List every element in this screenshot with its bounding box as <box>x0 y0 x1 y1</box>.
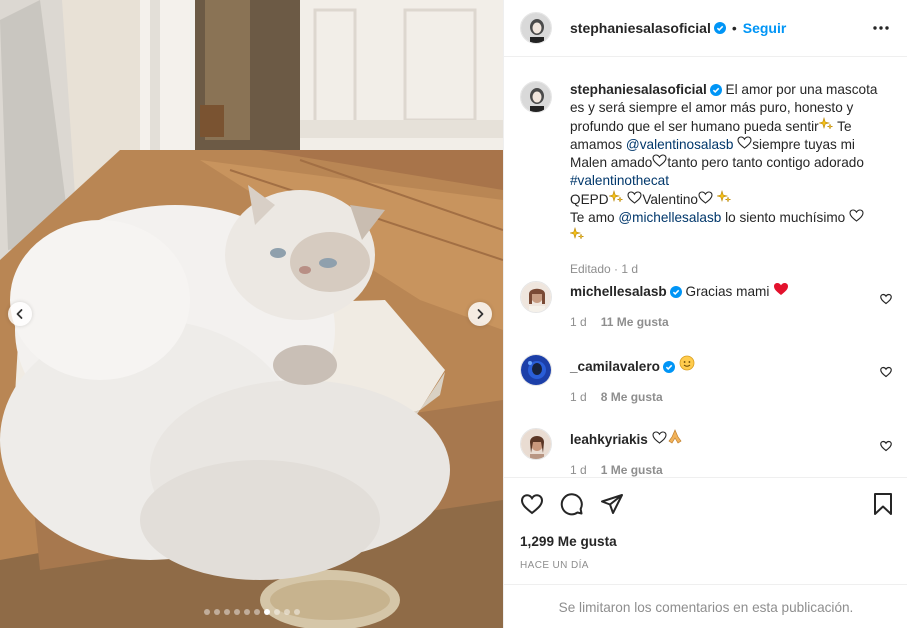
carousel-prev-button[interactable] <box>8 302 32 326</box>
caption-line: Valentino <box>642 192 698 207</box>
white-heart-icon <box>849 209 864 222</box>
author-avatar[interactable] <box>520 12 552 44</box>
carousel-dot <box>223 609 230 615</box>
white-heart-icon <box>652 154 667 167</box>
caption-line: Te amo <box>570 210 615 225</box>
commenter-avatar[interactable] <box>520 354 552 386</box>
comment-button[interactable] <box>560 492 584 516</box>
mention-link[interactable]: @michellesalasb <box>618 210 721 225</box>
comment-text: Gracias mami <box>685 284 770 299</box>
follow-button[interactable]: Seguir <box>743 20 787 36</box>
cat-photo <box>0 0 503 628</box>
verified-badge-icon <box>669 286 682 298</box>
white-heart-icon <box>652 431 667 444</box>
caption-line: QEPD <box>570 192 609 207</box>
verified-badge-icon <box>662 361 675 373</box>
carousel-dot <box>253 609 260 615</box>
white-heart-icon <box>737 136 752 149</box>
more-options-icon[interactable] <box>872 19 890 37</box>
post-actions: 1,299 Me gusta HACE UN DÍA Se limitaron … <box>504 477 907 628</box>
author-avatar[interactable] <box>520 81 552 113</box>
smiling-face-emoji-icon <box>679 355 695 371</box>
like-button[interactable] <box>520 492 544 516</box>
commenter-avatar[interactable] <box>520 428 552 460</box>
verified-badge-icon <box>713 22 726 34</box>
caption-line: tanto pero tanto contigo adorado <box>667 155 864 170</box>
caption-line: lo siento muchísimo <box>725 210 846 225</box>
praying-hands-emoji-icon <box>668 429 682 444</box>
white-heart-icon <box>627 191 642 204</box>
post-media[interactable] <box>0 0 503 628</box>
like-comment-heart-icon[interactable] <box>880 440 892 452</box>
likes-count[interactable]: 1,299 Me gusta <box>520 534 617 549</box>
carousel-next-button[interactable] <box>468 302 492 326</box>
commenter-username[interactable]: leahkyriakis <box>570 432 648 447</box>
comment-likes[interactable]: 8 Me gusta <box>601 390 663 404</box>
separator-dot: • <box>731 20 737 36</box>
caption-meta: Editado · 1 d <box>570 262 639 276</box>
sparkles-icon <box>607 189 623 203</box>
comment-icon <box>560 493 583 516</box>
post-timestamp: HACE UN DÍA <box>520 560 589 571</box>
save-icon <box>874 493 892 515</box>
mention-link[interactable]: @valentinosalasb <box>626 137 734 152</box>
post-header: stephaniesalasoficial • Seguir <box>504 0 907 57</box>
like-comment-heart-icon[interactable] <box>880 293 892 305</box>
heart-icon <box>520 494 544 515</box>
carousel-dot <box>213 609 220 615</box>
carousel-indicator <box>0 609 503 615</box>
comments-disabled-notice: Se limitaron los comentarios en esta pub… <box>504 584 907 628</box>
caption-username[interactable]: stephaniesalasoficial <box>570 82 707 97</box>
like-comment-heart-icon[interactable] <box>880 366 892 378</box>
hashtag-link[interactable]: #valentinothecat <box>570 173 669 188</box>
carousel-dot <box>233 609 240 615</box>
carousel-dot <box>263 609 270 615</box>
commenter-avatar[interactable] <box>520 281 552 313</box>
verified-badge-icon <box>709 84 722 96</box>
carousel-dot <box>273 609 280 615</box>
carousel-dot <box>243 609 250 615</box>
chevron-right-icon <box>477 309 484 319</box>
share-button[interactable] <box>600 492 624 516</box>
carousel-dot <box>293 609 300 615</box>
sparkles-icon <box>817 116 833 130</box>
comment-age: 1 d <box>570 315 587 329</box>
share-icon <box>601 494 623 514</box>
post-details-panel: stephaniesalasoficial • Seguir stephanie… <box>503 0 907 628</box>
comment-likes[interactable]: 1 Me gusta <box>601 463 663 477</box>
red-heart-emoji-icon <box>774 283 789 295</box>
white-heart-icon <box>698 191 713 204</box>
comment-age: 1 d <box>570 463 587 477</box>
comments-list[interactable]: stephaniesalasoficial El amor por una ma… <box>504 57 907 477</box>
chevron-left-icon <box>16 309 23 319</box>
commenter-username[interactable]: michellesalasb <box>570 284 667 299</box>
commenter-username[interactable]: _camilavalero <box>570 359 660 374</box>
carousel-dot <box>283 609 290 615</box>
comment-age: 1 d <box>570 390 587 404</box>
caption-text: stephaniesalasoficial El amor por una ma… <box>568 81 882 246</box>
sparkles-icon <box>715 189 731 203</box>
author-username[interactable]: stephaniesalasoficial <box>570 20 711 36</box>
save-button[interactable] <box>872 492 894 516</box>
carousel-dot <box>203 609 210 615</box>
comment-likes[interactable]: 11 Me gusta <box>601 315 669 329</box>
sparkles-icon <box>568 226 584 240</box>
